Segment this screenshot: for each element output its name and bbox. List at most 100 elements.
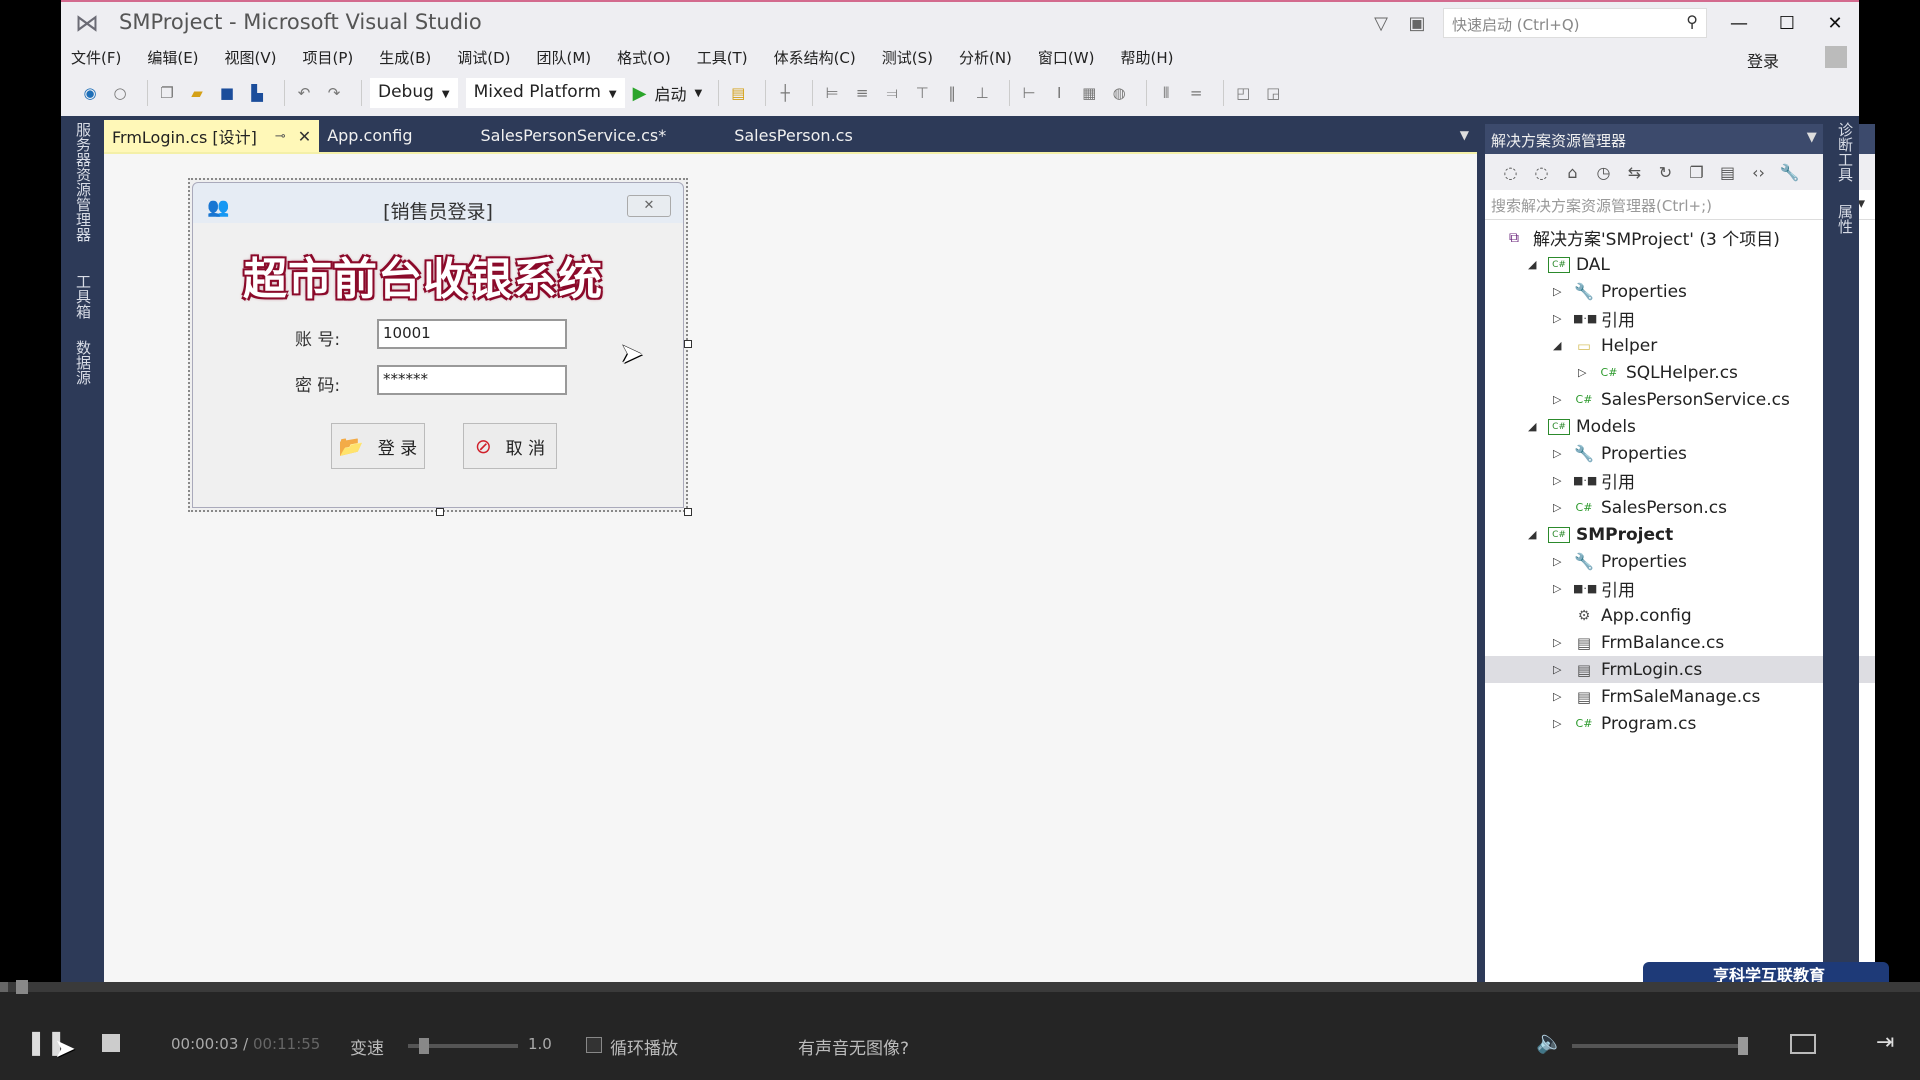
align-top-icon[interactable]: ⊤ <box>911 82 933 104</box>
back-icon[interactable]: ◉ <box>79 82 101 104</box>
solution-platform-dropdown[interactable]: Mixed Platform ▼ <box>465 78 625 108</box>
expand-arrow-icon[interactable]: ▷ <box>1578 366 1590 379</box>
back-icon[interactable]: ◌ <box>1495 163 1526 182</box>
tree-item[interactable]: ◢ C# SMProject <box>1485 521 1875 548</box>
solution-search-input[interactable]: 搜索解决方案资源管理器(Ctrl+;) ⚲ ▾ <box>1485 190 1875 220</box>
tree-item[interactable]: ▷ C# SQLHelper.cs <box>1485 359 1875 386</box>
tab-frmlogin-design[interactable]: FrmLogin.cs [设计] ⊸ ✕ <box>104 120 320 152</box>
find-icon[interactable]: ▤ <box>727 82 749 104</box>
seek-bar[interactable] <box>0 980 1920 994</box>
h-spacing-icon[interactable]: ⫴ <box>1155 82 1177 104</box>
sync-icon[interactable]: ⇆ <box>1619 163 1650 182</box>
tree-item[interactable]: ▷ 🔧 Properties <box>1485 440 1875 467</box>
collapse-arrow-icon[interactable]: ◢ <box>1528 420 1540 433</box>
menu-test[interactable]: 测试(S) <box>882 47 933 68</box>
diagnostic-tools-tab[interactable]: 诊断工具 <box>1833 122 1854 182</box>
expand-arrow-icon[interactable]: ▷ <box>1553 393 1565 406</box>
tree-item[interactable]: ▷ C# Program.cs <box>1485 710 1875 737</box>
menu-tools[interactable]: 工具(T) <box>697 47 748 68</box>
expand-arrow-icon[interactable]: ▷ <box>1553 663 1565 676</box>
resize-handle-right[interactable] <box>684 340 692 348</box>
size-to-grid-icon[interactable]: ◍ <box>1108 82 1130 104</box>
expand-arrow-icon[interactable]: ▷ <box>1553 474 1565 487</box>
expand-arrow-icon[interactable]: ▷ <box>1553 636 1565 649</box>
expand-arrow-icon[interactable]: ▷ <box>1553 717 1565 730</box>
tree-item[interactable]: ▷ ▤ FrmSaleManage.cs <box>1485 683 1875 710</box>
tab-salespersonservice[interactable]: SalesPersonService.cs* <box>473 120 675 152</box>
expand-arrow-icon[interactable]: ▷ <box>1553 447 1565 460</box>
align-right-icon[interactable]: ⫤ <box>881 82 903 104</box>
quick-launch-input[interactable]: 快速启动 (Ctrl+Q) ⚲ <box>1443 8 1707 38</box>
resize-handle-bottom[interactable] <box>436 508 444 516</box>
tab-overflow-icon[interactable]: ▼ <box>1460 128 1469 142</box>
align-bottom-icon[interactable]: ⊥ <box>971 82 993 104</box>
close-button[interactable]: ✕ <box>1811 13 1859 34</box>
tree-item[interactable]: ▷ 🔧 Properties <box>1485 548 1875 575</box>
cancel-button[interactable]: ⊘ 取 消 <box>463 423 557 469</box>
sign-in-link[interactable]: 登录 <box>1747 48 1779 72</box>
menu-team[interactable]: 团队(M) <box>537 47 592 68</box>
collapse-arrow-icon[interactable]: ◢ <box>1553 339 1565 352</box>
pending-changes-icon[interactable]: ◷ <box>1588 163 1619 182</box>
menu-window[interactable]: 窗口(W) <box>1038 47 1095 68</box>
form-close-button[interactable]: ✕ <box>627 195 671 217</box>
tree-item[interactable]: ◢ C# Models <box>1485 413 1875 440</box>
redo-icon[interactable]: ↷ <box>323 82 345 104</box>
menu-debug[interactable]: 调试(D) <box>457 47 510 68</box>
tree-item[interactable]: ⚙ App.config <box>1485 602 1875 629</box>
tab-app-config[interactable]: App.config <box>319 120 420 152</box>
expand-arrow-icon[interactable]: ▷ <box>1553 582 1565 595</box>
fullscreen-icon[interactable] <box>1790 1034 1816 1054</box>
tree-item[interactable]: ◢ C# DAL <box>1485 251 1875 278</box>
same-height-icon[interactable]: I <box>1048 82 1070 104</box>
tree-item[interactable]: ▷ C# SalesPerson.cs <box>1485 494 1875 521</box>
collapse-all-icon[interactable]: ❐ <box>1681 163 1712 182</box>
menu-view[interactable]: 视图(V) <box>225 47 277 68</box>
volume-icon[interactable]: 🔈 <box>1536 1030 1563 1055</box>
expand-arrow-icon[interactable]: ▷ <box>1553 285 1565 298</box>
new-project-icon[interactable]: ❐ <box>156 82 178 104</box>
login-form[interactable]: 👥 [销售员登录] ✕ 超市前台收银系统 账 号: 10001 密 码: ***… <box>188 178 692 516</box>
pin-icon[interactable]: ⊸ <box>275 129 286 144</box>
account-input[interactable]: 10001 <box>377 319 567 349</box>
menu-build[interactable]: 生成(B) <box>379 47 431 68</box>
account-icon[interactable] <box>1825 46 1847 68</box>
server-explorer-tab[interactable]: 服务器资源管理器 <box>71 122 92 242</box>
menu-edit[interactable]: 编辑(E) <box>147 47 198 68</box>
align-grid-icon[interactable]: ┼ <box>774 82 796 104</box>
data-sources-tab[interactable]: 数据源 <box>71 340 92 385</box>
close-tab-icon[interactable]: ✕ <box>298 127 311 146</box>
v-spacing-icon[interactable]: = <box>1185 82 1207 104</box>
loop-checkbox[interactable] <box>586 1037 602 1053</box>
tree-item[interactable]: ▷ 🔧 Properties <box>1485 278 1875 305</box>
expand-arrow-icon[interactable]: ▷ <box>1553 690 1565 703</box>
save-icon[interactable]: ■ <box>216 82 238 104</box>
home-icon[interactable]: ⌂ <box>1557 163 1588 182</box>
align-center-icon[interactable]: ≡ <box>851 82 873 104</box>
forward-icon[interactable]: ○ <box>109 82 131 104</box>
menu-project[interactable]: 项目(P) <box>303 47 354 68</box>
tree-item[interactable]: ▷ C# SalesPersonService.cs <box>1485 386 1875 413</box>
stop-button[interactable] <box>102 1034 120 1052</box>
tree-item[interactable]: ▷ ■·■ 引用 <box>1485 305 1875 332</box>
start-debug-button[interactable]: ▶ 启动 ▼ <box>633 81 703 105</box>
expand-arrow-icon[interactable]: ▷ <box>1553 555 1565 568</box>
properties-icon[interactable]: 🔧 <box>1774 163 1805 182</box>
no-image-help-link[interactable]: 有声音无图像? <box>798 1034 909 1059</box>
tree-item[interactable]: ▷ ▤ FrmLogin.cs <box>1485 656 1875 683</box>
menu-format[interactable]: 格式(O) <box>617 47 671 68</box>
password-input[interactable]: ****** <box>377 365 567 395</box>
tree-item[interactable]: ▷ ■·■ 引用 <box>1485 467 1875 494</box>
forward-icon[interactable]: ◌ <box>1526 163 1557 182</box>
menu-analyze[interactable]: 分析(N) <box>959 47 1012 68</box>
open-file-icon[interactable]: ▰ <box>186 82 208 104</box>
collapse-arrow-icon[interactable]: ◢ <box>1528 258 1540 271</box>
menu-file[interactable]: 文件(F) <box>71 47 121 68</box>
filter-icon[interactable]: ▽ <box>1363 13 1399 34</box>
tree-item[interactable]: ▷ ▤ FrmBalance.cs <box>1485 629 1875 656</box>
show-all-files-icon[interactable]: ▤ <box>1712 163 1743 182</box>
menu-help[interactable]: 帮助(H) <box>1120 47 1173 68</box>
feedback-icon[interactable]: ▣ <box>1399 13 1435 34</box>
collapse-arrow-icon[interactable]: ◢ <box>1528 528 1540 541</box>
send-back-icon[interactable]: ◲ <box>1262 82 1284 104</box>
